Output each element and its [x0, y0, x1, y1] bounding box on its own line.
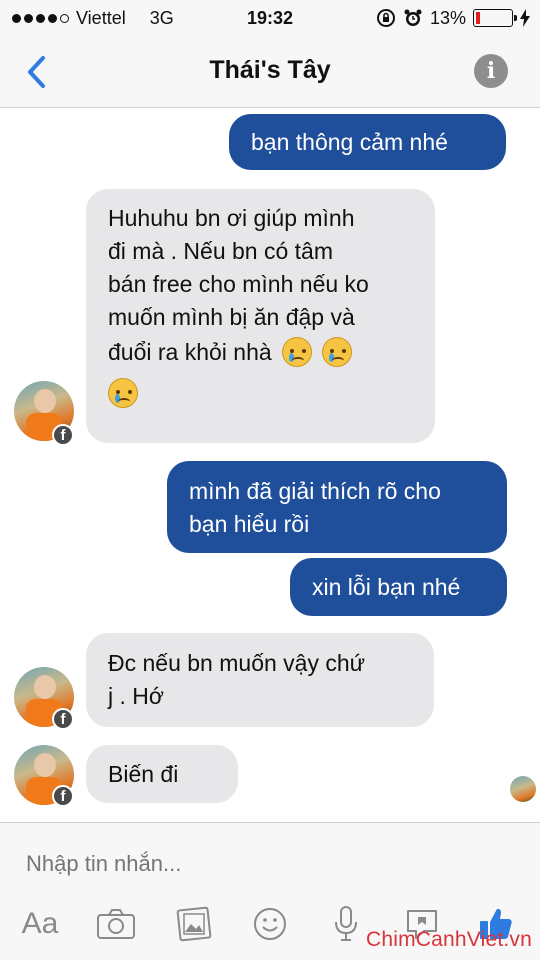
status-indicators: 13%: [376, 8, 530, 29]
message-text: bạn thông cảm nhé: [251, 129, 448, 155]
battery-icon: [473, 9, 517, 27]
message-text: Huhuhu bn ơi giúp mình: [108, 205, 355, 231]
text-format-label: Aa: [21, 907, 59, 940]
watermark: ChimCanhViet.vn: [365, 928, 532, 951]
message-input[interactable]: [26, 847, 506, 881]
message-text: đi mà . Nếu bn có tâm: [108, 238, 333, 264]
emoji-button[interactable]: [248, 901, 292, 947]
camera-button[interactable]: [94, 901, 138, 947]
emoji-icon: [254, 908, 286, 940]
message-text: xin lỗi bạn nhé: [312, 574, 461, 600]
message-text: đuổi ra khỏi nhà: [108, 338, 272, 365]
message-bubble-outgoing[interactable]: mình đã giải thích rõ cho bạn hiểu rồi: [167, 461, 507, 553]
message-composer: Aa: [0, 822, 540, 960]
carrier-name: Viettel: [76, 7, 126, 28]
voice-button[interactable]: [324, 901, 368, 947]
crying-face-icon: [108, 378, 138, 408]
message-text: Đc nếu bn muốn vậy chứ: [108, 650, 366, 676]
gallery-button[interactable]: [172, 901, 216, 947]
message-text: bán free cho mình nếu ko: [108, 271, 369, 297]
message-bubble-incoming[interactable]: Huhuhu bn ơi giúp mình đi mà . Nếu bn có…: [86, 189, 435, 443]
status-bar: Viettel 3G 19:32 13%: [0, 0, 540, 36]
info-button[interactable]: i: [474, 54, 508, 88]
battery-level: [476, 12, 481, 24]
message-text: mình đã giải thích rõ cho: [189, 478, 441, 504]
battery-percent: 13%: [429, 7, 466, 28]
message-text: Biến đi: [108, 761, 179, 787]
conversation-header: Thái's Tây i: [0, 36, 540, 108]
facebook-icon: f: [52, 424, 74, 446]
network-type: 3G: [149, 7, 174, 28]
text-format-button[interactable]: Aa: [18, 901, 62, 947]
info-icon: i: [486, 58, 496, 84]
crying-face-icon: [281, 337, 312, 367]
alarm-icon: [404, 9, 422, 26]
message-text: j . Hớ: [108, 683, 164, 709]
facebook-icon: f: [52, 785, 74, 807]
charging-bolt-icon: [520, 9, 530, 27]
message-bubble-outgoing[interactable]: bạn thông cảm nhé: [229, 114, 506, 170]
facebook-icon: f: [52, 708, 74, 730]
crying-face-icon: [321, 337, 352, 367]
message-text: bạn hiểu rồi: [189, 511, 310, 537]
message-bubble-incoming[interactable]: Đc nếu bn muốn vậy chứ j . Hớ: [86, 633, 434, 727]
signal-strength-icon: [12, 13, 69, 23]
message-text: muốn mình bị ăn đập và: [108, 304, 355, 330]
message-bubble-incoming[interactable]: Biến đi: [86, 745, 238, 803]
camera-icon: [97, 909, 135, 939]
seen-avatar: [510, 776, 536, 802]
contact-name[interactable]: Thái's Tây: [0, 56, 540, 85]
gallery-icon: [176, 906, 212, 942]
rotation-lock-icon: [376, 9, 395, 27]
microphone-icon: [335, 906, 357, 941]
message-bubble-outgoing[interactable]: xin lỗi bạn nhé: [290, 558, 507, 616]
